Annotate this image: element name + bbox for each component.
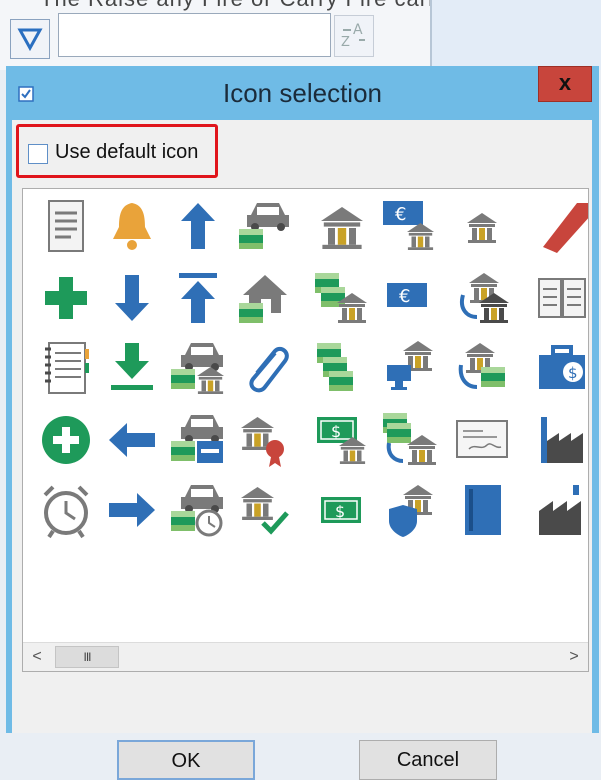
- house-money-icon[interactable]: [235, 269, 293, 327]
- download-icon[interactable]: [103, 339, 161, 397]
- factory-dark-icon[interactable]: [533, 481, 588, 539]
- plus-circle-icon[interactable]: [37, 411, 95, 469]
- bell-icon[interactable]: [103, 197, 161, 255]
- bank-small-icon[interactable]: [453, 197, 511, 255]
- icon-selection-dialog: Icon selection x Use default icon € € $ $ $ …: [6, 66, 599, 780]
- dollar-note-icon[interactable]: $: [313, 481, 371, 539]
- alarm-clock-icon[interactable]: [37, 481, 95, 539]
- translate-button[interactable]: A Z: [334, 15, 374, 57]
- factory-icon[interactable]: [533, 411, 588, 469]
- bank-check-icon[interactable]: [235, 481, 293, 539]
- svg-text:$: $: [335, 502, 345, 521]
- filter-input[interactable]: [58, 13, 331, 57]
- translate-icon: A Z: [341, 22, 365, 50]
- book-closed-icon[interactable]: [453, 481, 511, 539]
- bank-shield-icon[interactable]: [381, 481, 439, 539]
- cancel-button[interactable]: Cancel: [359, 740, 497, 780]
- paperclip-icon[interactable]: [235, 339, 293, 397]
- money-bank-transfer-icon[interactable]: [381, 411, 439, 469]
- close-button[interactable]: x: [538, 66, 592, 102]
- background-text: The Raise any Fire or Carry Fire carry: [40, 0, 448, 12]
- use-default-icon-label: Use default icon: [55, 141, 199, 163]
- euro-bank-icon[interactable]: €: [381, 197, 439, 255]
- car-money-card-icon[interactable]: [169, 411, 227, 469]
- icon-grid: € € $ $ $ < III >: [22, 188, 589, 672]
- scroll-left-button[interactable]: <: [23, 643, 51, 671]
- filter-icon: [17, 28, 43, 52]
- arrow-left-icon[interactable]: [103, 411, 161, 469]
- svg-text:$: $: [568, 364, 578, 382]
- horizontal-scrollbar[interactable]: < III >: [23, 642, 588, 671]
- bank-award-icon[interactable]: [235, 411, 293, 469]
- use-default-icon-option[interactable]: Use default icon: [16, 124, 218, 178]
- bank-icon[interactable]: [313, 197, 371, 255]
- money-stack-icon[interactable]: [313, 339, 371, 397]
- briefcase-dollar-icon[interactable]: $: [533, 339, 588, 397]
- svg-text:$: $: [331, 422, 341, 441]
- background-panel: [430, 0, 601, 70]
- plus-icon[interactable]: [37, 269, 95, 327]
- document-list-icon[interactable]: [37, 197, 95, 255]
- bank-transfer-icon[interactable]: [453, 269, 511, 327]
- dialog-body: Use default icon € € $ $ $ < III > OK Cancel: [12, 120, 592, 780]
- notebook-icon[interactable]: [37, 339, 95, 397]
- book-open-icon[interactable]: [533, 269, 588, 327]
- title-bar: Icon selection x: [6, 66, 599, 120]
- use-default-icon-checkbox[interactable]: [28, 144, 48, 164]
- ok-button[interactable]: OK: [117, 740, 255, 780]
- car-money-bank-icon[interactable]: [169, 339, 227, 397]
- dialog-title: Icon selection: [223, 78, 382, 108]
- dollar-bank-icon[interactable]: $: [313, 411, 371, 469]
- car-money-icon[interactable]: [235, 197, 293, 255]
- euro-note-icon[interactable]: €: [381, 269, 439, 327]
- svg-text:Z: Z: [341, 35, 350, 50]
- arrow-down-icon[interactable]: [103, 269, 161, 327]
- arrow-right-icon[interactable]: [103, 481, 161, 539]
- car-money-clock-icon[interactable]: [169, 481, 227, 539]
- bank-computer-icon[interactable]: [381, 339, 439, 397]
- svg-text:A: A: [353, 22, 363, 38]
- arrow-up-top-icon[interactable]: [169, 269, 227, 327]
- background-window: The Raise any Fire or Carry Fire carry A…: [0, 0, 601, 70]
- ribbon-icon[interactable]: [533, 197, 588, 255]
- filter-button[interactable]: [10, 19, 50, 59]
- scroll-right-button[interactable]: >: [560, 643, 588, 671]
- svg-text:€: €: [395, 204, 406, 225]
- arrow-up-icon[interactable]: [169, 197, 227, 255]
- scroll-thumb[interactable]: III: [55, 646, 119, 668]
- svg-text:€: €: [399, 286, 410, 307]
- money-bank-icon[interactable]: [313, 269, 371, 327]
- cheque-icon[interactable]: [453, 411, 511, 469]
- bank-transfer-money-icon[interactable]: [453, 339, 511, 397]
